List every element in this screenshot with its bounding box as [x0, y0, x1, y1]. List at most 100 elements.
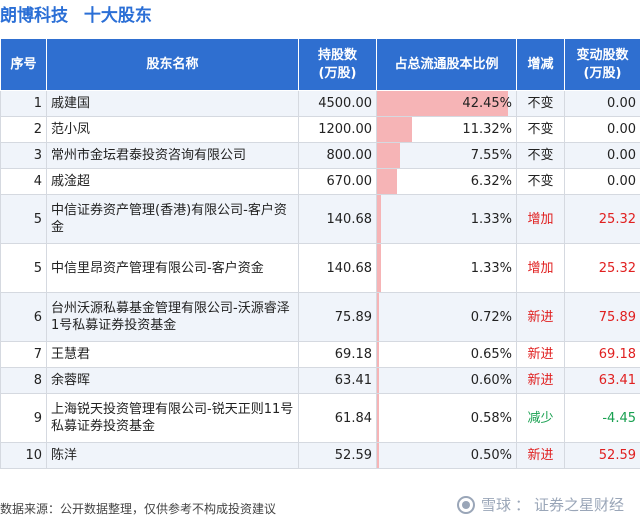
col-header-ratio: 占总流通股本比例 — [376, 38, 517, 91]
row-index: 7 — [0, 341, 47, 368]
watermark-author: 证券之星财经 — [533, 496, 624, 514]
ratio-value: 1.33% — [470, 260, 512, 276]
shares-held: 140.68 — [298, 243, 377, 293]
shares-held: 75.89 — [298, 292, 377, 342]
change-status: 增加 — [516, 194, 565, 244]
col-header-change: 增减 — [516, 38, 565, 91]
col-header-delta: 变动股数 (万股) — [564, 38, 640, 91]
table-row: 5 中信证券资产管理(香港)有限公司-客户资金 140.68 1.33% 增加 25.32 — [0, 194, 640, 244]
ratio-value: 11.32% — [462, 122, 512, 137]
shareholder-name: 常州市金坛君泰投资咨询有限公司 — [46, 142, 299, 169]
ratio-value: 0.65% — [470, 347, 512, 362]
change-status: 新进 — [516, 341, 565, 368]
change-shares: 63.41 — [564, 367, 640, 394]
ratio-cell: 7.55% — [376, 142, 517, 169]
shareholder-name: 台州沃源私募基金管理有限公司-沃源睿泽1号私募证券投资基金 — [46, 292, 299, 342]
shareholder-name: 王慧君 — [46, 341, 299, 368]
watermark-brand: 雪球 — [480, 496, 511, 514]
row-index: 3 — [0, 142, 47, 169]
ratio-value: 0.58% — [470, 410, 512, 426]
table-row: 4 戚淦超 670.00 6.32% 不变 0.00 — [0, 168, 640, 195]
table-row: 5 中信里昂资产管理有限公司-客户资金 140.68 1.33% 增加 25.32 — [0, 243, 640, 293]
shares-held: 63.41 — [298, 367, 377, 394]
change-status: 不变 — [516, 90, 565, 117]
table-row: 2 范小凤 1200.00 11.32% 不变 0.00 — [0, 116, 640, 143]
snowball-logo-icon — [456, 496, 475, 514]
ratio-value: 1.33% — [470, 211, 512, 227]
shareholder-name: 戚建国 — [46, 90, 299, 117]
ratio-value: 7.55% — [470, 148, 512, 163]
change-shares: 0.00 — [564, 116, 640, 143]
ratio-value: 0.60% — [470, 373, 512, 388]
row-index: 9 — [0, 393, 47, 443]
table-row: 10 陈洋 52.59 0.50% 新进 52.59 — [0, 442, 640, 469]
row-index: 5 — [0, 194, 47, 244]
row-index: 2 — [0, 116, 47, 143]
row-index: 5 — [0, 243, 47, 293]
change-status: 不变 — [516, 142, 565, 169]
change-shares: 69.18 — [564, 341, 640, 368]
change-shares: 0.00 — [564, 90, 640, 117]
change-status: 新进 — [516, 367, 565, 394]
change-shares: 25.32 — [564, 243, 640, 293]
change-shares: 52.59 — [564, 442, 640, 469]
shareholder-name: 中信里昂资产管理有限公司-客户资金 — [46, 243, 299, 293]
company-name: 朗博科技 — [0, 6, 68, 26]
change-status: 新进 — [516, 442, 565, 469]
shareholder-name: 范小凤 — [46, 116, 299, 143]
ratio-cell: 6.32% — [376, 168, 517, 195]
shares-held: 61.84 — [298, 393, 377, 443]
shareholder-name: 上海锐天投资管理有限公司-锐天正则11号私募证券投资基金 — [46, 393, 299, 443]
row-index: 10 — [0, 442, 47, 469]
shares-held: 1200.00 — [298, 116, 377, 143]
data-source-note: 数据来源：公开数据整理，仅供参考不构成投资建议 — [0, 502, 277, 516]
ratio-value: 0.50% — [470, 448, 512, 463]
table-row: 3 常州市金坛君泰投资咨询有限公司 800.00 7.55% 不变 0.00 — [0, 142, 640, 169]
table-row: 9 上海锐天投资管理有限公司-锐天正则11号私募证券投资基金 61.84 0.58% 减… — [0, 393, 640, 443]
ratio-cell: 0.58% — [376, 393, 517, 443]
table-row: 1 戚建国 4500.00 42.45% 不变 0.00 — [0, 90, 640, 117]
page-title: 朗博科技 十大股东 — [0, 2, 152, 30]
row-index: 6 — [0, 292, 47, 342]
change-status: 不变 — [516, 116, 565, 143]
ratio-cell: 42.45% — [376, 90, 517, 117]
ratio-cell: 11.32% — [376, 116, 517, 143]
table-row: 6 台州沃源私募基金管理有限公司-沃源睿泽1号私募证券投资基金 75.89 0.72%… — [0, 292, 640, 342]
shareholders-table: 序号 股东名称 持股数 (万股) 占总流通股本比例 增减 变动股数 (万股) 1… — [0, 38, 640, 469]
ratio-cell: 0.65% — [376, 341, 517, 368]
col-header-shares-line2: (万股) — [318, 65, 357, 81]
change-status: 不变 — [516, 168, 565, 195]
shareholder-name: 陈洋 — [46, 442, 299, 469]
ratio-value: 42.45% — [462, 96, 512, 111]
ratio-cell: 0.60% — [376, 367, 517, 394]
change-shares: -4.45 — [564, 393, 640, 443]
change-shares: 75.89 — [564, 292, 640, 342]
ratio-cell: 1.33% — [376, 243, 517, 293]
change-shares: 0.00 — [564, 168, 640, 195]
shares-held: 140.68 — [298, 194, 377, 244]
ratio-cell: 0.72% — [376, 292, 517, 342]
col-header-delta-line1: 变动股数 — [576, 47, 629, 63]
ratio-cell: 1.33% — [376, 194, 517, 244]
row-index: 1 — [0, 90, 47, 117]
col-header-name: 股东名称 — [46, 38, 299, 91]
ratio-value: 6.32% — [470, 174, 512, 189]
col-header-shares: 持股数 (万股) — [298, 38, 377, 91]
change-shares: 0.00 — [564, 142, 640, 169]
row-index: 8 — [0, 367, 47, 394]
change-status: 减少 — [516, 393, 565, 443]
change-shares: 25.32 — [564, 194, 640, 244]
change-status: 新进 — [516, 292, 565, 342]
change-status: 增加 — [516, 243, 565, 293]
table-title: 十大股东 — [83, 6, 152, 26]
shareholder-name: 余蓉晖 — [46, 367, 299, 394]
col-header-delta-line2: (万股) — [583, 65, 622, 81]
watermark: 雪球：证券之星财经 — [456, 492, 624, 518]
table-header-row: 序号 股东名称 持股数 (万股) 占总流通股本比例 增减 变动股数 (万股) — [0, 38, 640, 91]
watermark-separator: ： — [514, 496, 530, 514]
shares-held: 52.59 — [298, 442, 377, 469]
table-row: 8 余蓉晖 63.41 0.60% 新进 63.41 — [0, 367, 640, 394]
col-header-index: 序号 — [0, 38, 47, 91]
shares-held: 69.18 — [298, 341, 377, 368]
shares-held: 4500.00 — [298, 90, 377, 117]
